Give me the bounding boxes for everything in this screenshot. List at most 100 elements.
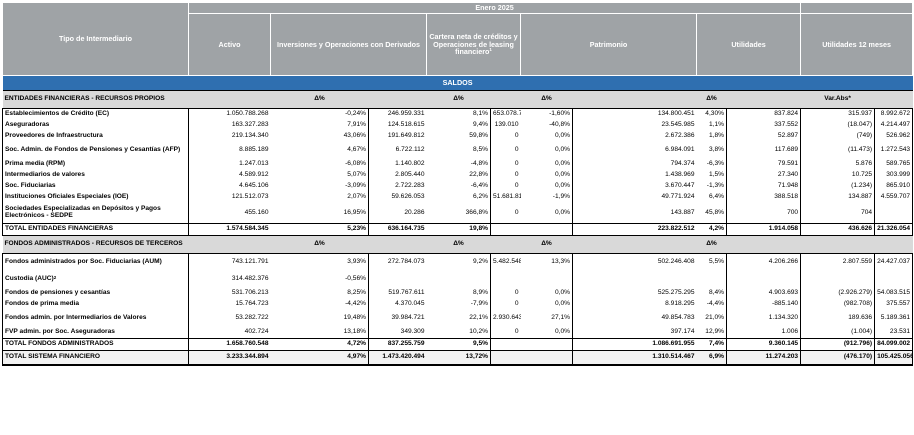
cell-patrimonio-pct: 1,8%: [708, 132, 724, 140]
cell-activo-pct: 4,97%: [270, 350, 369, 366]
cell-cartera-pct: 0,0%: [554, 208, 570, 216]
cell-cartera: [490, 338, 521, 351]
cell-util12: 375.557: [874, 299, 914, 310]
spacer: [572, 159, 613, 170]
cell-utilidades: -885.140: [725, 299, 801, 310]
cell-activo: 15.764.723: [188, 299, 271, 310]
cell-inversiones: 191.649.812: [368, 131, 427, 142]
cell-util12: 865.910: [874, 181, 914, 192]
table-row: TOTAL ENTIDADES FINANCIERAS 1.574.584.345…: [2, 223, 914, 236]
cell-patrimonio: 2.672.386: [665, 132, 695, 140]
cell-inversiones: 1.473.420.494: [368, 350, 427, 366]
cell-patrimonio: 1.438.969: [665, 171, 695, 179]
cell-patrimonio-pct: -4,4%: [706, 300, 724, 308]
pct-pat: Δ%: [696, 235, 727, 254]
table-row: Prima media (RPM) 1.247.013 -6,08% 1.140.80…: [2, 159, 914, 170]
spacer: [572, 310, 613, 327]
cell-util12: 5.189.361: [874, 310, 914, 327]
spacer: [572, 288, 613, 299]
spacer: [572, 120, 613, 131]
cell-cartera: 2.930.643: [490, 310, 521, 327]
table-row: Aseguradoras 163.327.283 7,91% 124.518.615 9…: [2, 120, 914, 131]
spacer: [572, 327, 613, 339]
cell-activo: 3.233.344.894: [188, 350, 271, 366]
spacer: [572, 223, 613, 236]
cell-patrimonio-pct: 45,8%: [705, 208, 724, 216]
saldos-banner: SALDOS: [2, 75, 913, 91]
cell-utilidades: 71.948: [725, 181, 801, 192]
cell-inversiones: 1.140.802: [368, 159, 427, 170]
section-title: FONDOS ADMINISTRADOS - RECURSOS DE TERCE…: [2, 235, 189, 254]
cell-cartera: 0: [490, 203, 521, 224]
cell-util12: 589.765: [874, 159, 914, 170]
row-label: Aseguradoras: [2, 120, 189, 131]
cell-inversiones-pct: -6,4%: [470, 182, 488, 190]
blank: [612, 90, 697, 109]
row-label: Establecimientos de Crédito (EC): [2, 108, 189, 120]
cell-cartera: 0: [490, 327, 521, 339]
cell-activo: 1.574.584.345: [188, 223, 271, 236]
cell-utilidades: 117.689: [725, 142, 801, 159]
pct-pat: Δ%: [696, 90, 727, 109]
cell-utilidades: 388.518: [725, 192, 801, 203]
cell-inversiones: 20.286: [368, 203, 427, 224]
cell-patrimonio-pct: -1,3%: [706, 182, 724, 190]
cell-inversiones: 246.959.331: [368, 108, 427, 120]
spacer: [572, 108, 613, 120]
cell-utilidades: 4.206.266: [725, 253, 801, 271]
pct-inv: Δ%: [426, 235, 491, 254]
spacer: [572, 181, 613, 192]
cell-inversiones-pct: -4,8%: [470, 160, 488, 168]
section-header: FONDOS ADMINISTRADOS - RECURSOS DE TERCE…: [2, 235, 913, 254]
blank: [572, 90, 613, 109]
row-label: FVP admin. por Soc. Aseguradoras: [2, 327, 189, 339]
cell-utilidades: 837.824: [725, 108, 801, 120]
cell-inversiones-pct: 10,2%: [469, 328, 488, 336]
cell-activo-pct: 5,23%: [270, 223, 369, 236]
row-label: Sociedades Especializadas en Depósitos y…: [2, 203, 189, 224]
cell-activo: 402.724: [188, 327, 271, 339]
cell-inversiones: 4.370.045: [368, 299, 427, 310]
cell-cartera: 653.078.715: [490, 108, 521, 120]
cell-var-abs: (982.708): [800, 299, 875, 310]
cell-utilidades: 4.903.693: [725, 288, 801, 299]
cell-utilidades: [725, 271, 801, 288]
cell-inversiones: 2.722.283: [368, 181, 427, 192]
cell-patrimonio: 134.800.451: [657, 110, 695, 118]
cell-cartera-pct: 0,0%: [554, 132, 570, 140]
cell-inversiones: 636.164.735: [368, 223, 427, 236]
blank: [368, 235, 427, 254]
cell-utilidades: 79.591: [725, 159, 801, 170]
cell-activo-pct: 2,07%: [347, 193, 366, 201]
cell-cartera: [490, 350, 521, 366]
pct-inv: Δ%: [426, 90, 491, 109]
cell-cartera: 5.482.548: [490, 253, 521, 271]
cell-var-abs: (476.170): [800, 350, 875, 366]
cell-inversiones-pct: 59,8%: [469, 132, 488, 140]
cell-patrimonio-pct: 1,5%: [708, 171, 724, 179]
spacer: [572, 338, 613, 351]
row-label: Soc. Admin. de Fondos de Pensiones y Ces…: [2, 142, 189, 159]
cell-utilidades: 337.552: [725, 120, 801, 131]
cell-cartera: 139.010: [490, 120, 521, 131]
cell-patrimonio-pct: 12,9%: [705, 328, 724, 336]
pct-cart: Δ%: [520, 235, 573, 254]
cell-patrimonio: [613, 271, 697, 288]
cell-util12: 24.427.037: [874, 253, 914, 271]
header-inversiones: Inversiones y Operaciones con Derivados: [270, 13, 427, 76]
cell-cartera-pct: -1,60%: [549, 110, 570, 118]
spacer: [572, 203, 613, 224]
row-label: Intermediarios de valores: [2, 170, 189, 181]
cell-utilidades: 700: [725, 203, 801, 224]
cell-inversiones: 39.984.721: [368, 310, 427, 327]
financial-table: Tipo de Intermediario Enero 2025 Activo …: [2, 2, 914, 366]
cell-patrimonio: 49.771.924: [661, 193, 695, 201]
cell-activo-pct: -3,09%: [345, 182, 366, 190]
cell-inversiones-pct: 19,8%: [426, 223, 491, 236]
cell-cartera-pct: [520, 338, 573, 351]
var-abs-header: Var.Abs*: [800, 90, 875, 109]
cell-activo: 1.658.760.548: [188, 338, 271, 351]
cell-util12: 105.425.056: [874, 350, 914, 366]
row-label: Fondos de prima media: [2, 299, 189, 310]
section-title: ENTIDADES FINANCIERAS - RECURSOS PROPIOS: [2, 90, 189, 109]
